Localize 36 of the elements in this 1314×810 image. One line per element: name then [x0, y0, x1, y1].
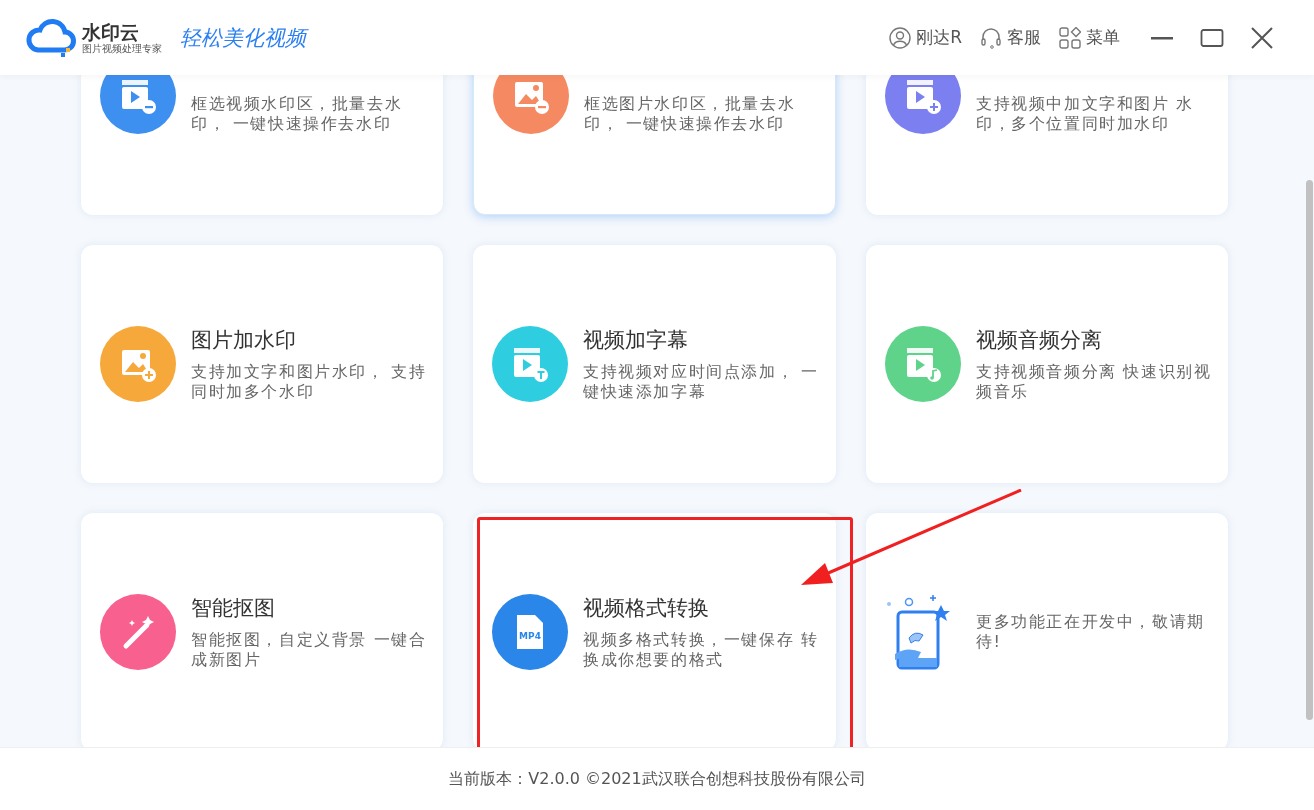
logo-tagline: 图片视频处理专家 — [82, 42, 162, 55]
headset-icon — [980, 26, 1002, 49]
user-icon — [889, 26, 912, 49]
feature-card[interactable]: 框选图片水印区，批量去水印， 一键快速操作去水印 — [473, 75, 836, 215]
customer-service-button[interactable]: 客服 — [980, 26, 1041, 49]
feature-description: 智能抠图，自定义背景 一键合成新图片 — [191, 630, 427, 670]
menu-button[interactable]: 菜单 — [1059, 26, 1120, 49]
feature-description: 支持加文字和图片水印， 支持同时加多个水印 — [191, 362, 427, 402]
feature-card[interactable]: 智能抠图 智能抠图，自定义背景 一键合成新图片 — [81, 513, 443, 747]
feature-card[interactable]: 更多功能正在开发中，敬请期待! — [866, 513, 1228, 747]
feature-card[interactable]: 视频音频分离 支持视频音频分离 快速识别视频音乐 — [866, 245, 1228, 483]
cloud-logo-icon — [24, 17, 78, 58]
feature-card[interactable]: 框选视频水印区，批量去水印， 一键快速操作去水印 — [81, 75, 443, 215]
feature-description: 更多功能正在开发中，敬请期待! — [976, 612, 1206, 652]
feature-card[interactable]: 图片加水印 支持加文字和图片水印， 支持同时加多个水印 — [81, 245, 443, 483]
close-icon[interactable] — [1250, 25, 1274, 50]
feature-title: 图片加水印 — [191, 327, 297, 354]
feature-description: 支持视频对应时间点添加， 一键快速添加字幕 — [583, 362, 819, 402]
version-footer: 当前版本：V2.0.0 ©2021武汉联合创想科技股份有限公司 — [0, 747, 1314, 810]
user-button[interactable]: 刚达R — [889, 26, 962, 49]
feature-card[interactable]: MP4 视频格式转换 视频多格式转换，一键保存 转换成你想要的格式 — [473, 513, 836, 747]
menu-icon — [1059, 26, 1081, 49]
feature-description: 支持视频音频分离 快速识别视频音乐 — [976, 362, 1212, 402]
feature-description: 支持视频中加文字和图片 水印，多个位置同时加水印 — [976, 94, 1195, 134]
feature-title: 视频格式转换 — [583, 595, 710, 622]
feature-description: 框选图片水印区，批量去水印， 一键快速操作去水印 — [584, 94, 797, 134]
scrollbar-thumb[interactable] — [1306, 180, 1313, 720]
feature-card[interactable]: 支持视频中加文字和图片 水印，多个位置同时加水印 — [866, 75, 1228, 215]
logo-name: 水印云 — [82, 20, 140, 43]
feature-title: 视频加字幕 — [583, 327, 689, 354]
feature-card[interactable]: 视频加字幕 支持视频对应时间点添加， 一键快速添加字幕 — [473, 245, 836, 483]
feature-description: 视频多格式转换，一键保存 转换成你想要的格式 — [583, 630, 819, 670]
file-format-label: MP4 — [518, 631, 542, 641]
feature-title: 视频音频分离 — [976, 327, 1103, 354]
feature-title: 智能抠图 — [191, 595, 276, 622]
feature-description: 框选视频水印区，批量去水印， 一键快速操作去水印 — [191, 94, 404, 134]
